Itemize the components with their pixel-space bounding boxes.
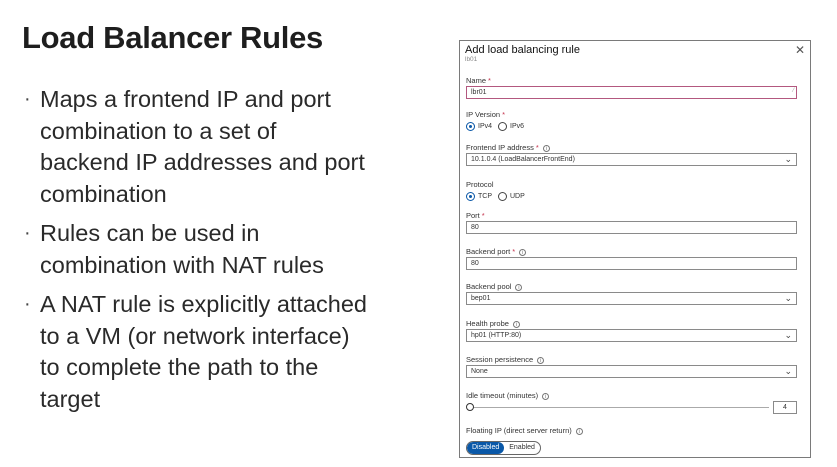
info-icon: i: [519, 248, 527, 256]
protocol-label: Protocol: [466, 180, 494, 189]
name-field: Name * lbr01 ⁄: [466, 75, 797, 99]
bullet-dot-icon: ·: [24, 293, 31, 315]
bullet-item: · Rules can be used in combination with N…: [22, 218, 422, 281]
protocol-field: Protocol TCP UDP: [466, 179, 797, 203]
health-probe-select[interactable]: hp01 (HTTP:80) ⌄: [466, 329, 797, 342]
chevron-down-icon: ⌄: [784, 366, 792, 376]
info-icon: i: [542, 144, 550, 152]
add-rule-panel: Add load balancing rule lb01 ✕ Name * lbr…: [459, 40, 811, 458]
session-persistence-select[interactable]: None ⌄: [466, 365, 797, 378]
chevron-down-icon: ⌄: [784, 293, 792, 303]
port-label: Port *: [466, 211, 485, 220]
floating-ip-field: Floating IP (direct server return) i Disa…: [466, 425, 797, 455]
idle-timeout-label: Idle timeout (minutes) i: [466, 390, 797, 401]
slider-track[interactable]: [469, 407, 769, 408]
port-input[interactable]: 80: [466, 221, 797, 234]
bullet-text: Maps a frontend IP and port combination …: [40, 86, 365, 207]
session-persistence-field: Session persistence i None ⌄: [466, 354, 797, 378]
slide-title: Load Balancer Rules: [22, 20, 323, 55]
slider-thumb[interactable]: [466, 403, 474, 411]
health-probe-field: Health probe i hp01 (HTTP:80) ⌄: [466, 318, 797, 342]
backend-port-field: Backend port * i 80: [466, 246, 797, 270]
panel-title: Add load balancing rule: [465, 44, 580, 56]
backend-pool-field: Backend pool i bep01 ⌄: [466, 281, 797, 305]
idle-timeout-slider[interactable]: 4: [466, 401, 797, 415]
floating-ip-label: Floating IP (direct server return) i: [466, 425, 797, 436]
bullet-dot-icon: ·: [24, 88, 31, 110]
backend-pool-label: Backend pool i: [466, 281, 797, 292]
idle-timeout-field: Idle timeout (minutes) i 4: [466, 390, 797, 415]
panel-subtitle: lb01: [465, 56, 478, 63]
tcp-radio[interactable]: TCP: [466, 192, 492, 201]
ip-version-label: IP Version *: [466, 110, 505, 119]
health-probe-label: Health probe i: [466, 318, 797, 329]
backend-port-input[interactable]: 80: [466, 257, 797, 270]
bullet-item: · Maps a frontend IP and port combination…: [22, 84, 422, 210]
frontend-ip-field: Frontend IP address * i 10.1.0.4 (LoadBala…: [466, 142, 797, 166]
name-input[interactable]: lbr01 ⁄: [466, 86, 797, 99]
close-icon[interactable]: ✕: [795, 44, 805, 56]
port-field: Port * 80: [466, 210, 797, 234]
bullet-list: · Maps a frontend IP and port combination…: [22, 84, 422, 423]
session-persistence-label: Session persistence i: [466, 354, 797, 365]
name-label: Name *: [466, 76, 491, 85]
idle-timeout-value[interactable]: 4: [773, 401, 797, 414]
bullet-text: A NAT rule is explicitly attached to a V…: [40, 291, 367, 412]
info-icon: i: [575, 427, 583, 435]
backend-port-label: Backend port * i: [466, 246, 797, 257]
info-icon: i: [537, 356, 545, 364]
chevron-down-icon: ⌄: [784, 154, 792, 164]
floating-ip-toggle[interactable]: Disabled Enabled: [466, 441, 541, 455]
panel-header: Add load balancing rule lb01 ✕: [465, 44, 805, 63]
enabled-option[interactable]: Enabled: [504, 442, 540, 454]
ipv4-radio[interactable]: IPv4: [466, 122, 492, 131]
udp-radio[interactable]: UDP: [498, 192, 525, 201]
disabled-option[interactable]: Disabled: [467, 442, 505, 454]
info-icon: i: [515, 283, 523, 291]
ipv6-radio[interactable]: IPv6: [498, 122, 524, 131]
bullet-dot-icon: ·: [24, 222, 31, 244]
frontend-ip-select[interactable]: 10.1.0.4 (LoadBalancerFrontEnd) ⌄: [466, 153, 797, 166]
info-icon: i: [512, 320, 520, 328]
bullet-item: · A NAT rule is explicitly attached to a …: [22, 289, 422, 415]
ip-version-field: IP Version * IPv4 IPv6: [466, 109, 797, 133]
frontend-ip-label: Frontend IP address * i: [466, 142, 797, 153]
bullet-text: Rules can be used in combination with NA…: [40, 220, 324, 278]
chevron-down-icon: ⌄: [784, 330, 792, 340]
backend-pool-select[interactable]: bep01 ⌄: [466, 292, 797, 305]
info-icon: i: [542, 392, 550, 400]
